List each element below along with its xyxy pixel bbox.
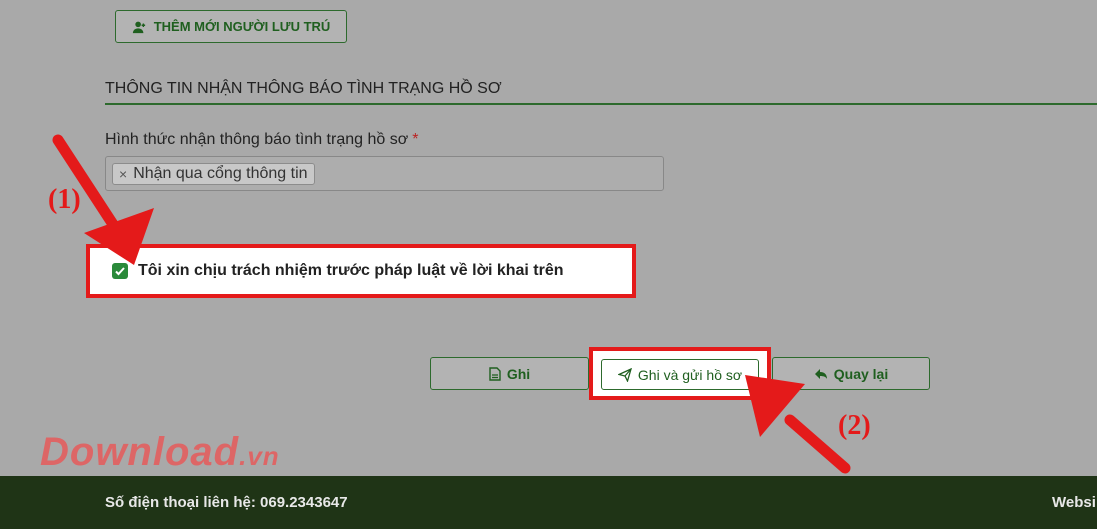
user-icon	[132, 21, 145, 33]
annotation-step-1: (1)	[48, 184, 81, 215]
notify-method-label: Hình thức nhận thông báo tình trạng hồ s…	[105, 131, 418, 149]
required-mark: *	[412, 131, 419, 148]
add-resident-label: THÊM MỚI NGƯỜI LƯU TRÚ	[153, 19, 331, 34]
consent-highlight-box: Tôi xin chịu trách nhiệm trước pháp luật…	[86, 244, 636, 298]
back-button-label: Quay lại	[833, 365, 889, 382]
annotation-step-2: (2)	[838, 410, 871, 441]
save-send-button[interactable]: Ghi và gửi hồ sơ	[601, 359, 759, 390]
section-divider	[105, 103, 1097, 105]
watermark-logo: Download.vn	[40, 430, 280, 475]
watermark-tld: .vn	[239, 441, 280, 471]
check-icon	[115, 267, 125, 276]
selected-tag-label: Nhận qua cổng thông tin	[133, 165, 308, 182]
consent-label: Tôi xin chịu trách nhiệm trước pháp luật…	[138, 262, 564, 279]
notify-method-label-text: Hình thức nhận thông báo tình trạng hồ s…	[105, 131, 409, 148]
notify-method-select[interactable]: × Nhận qua cổng thông tin	[105, 156, 664, 191]
save-button-label: Ghi	[506, 365, 531, 382]
remove-tag-icon[interactable]: ×	[119, 166, 127, 182]
send-highlight-box: Ghi và gửi hồ sơ	[589, 347, 771, 400]
footer-website: Websi	[1052, 494, 1096, 511]
add-resident-button[interactable]: THÊM MỚI NGƯỜI LƯU TRÚ	[115, 10, 347, 43]
save-button[interactable]: Ghi	[430, 357, 589, 390]
reply-icon	[814, 368, 827, 379]
selected-tag: × Nhận qua cổng thông tin	[112, 163, 315, 185]
consent-row[interactable]: Tôi xin chịu trách nhiệm trước pháp luật…	[112, 262, 564, 280]
footer-phone: Số điện thoại liên hệ: 069.2343647	[105, 494, 348, 511]
watermark-brand: Download	[40, 430, 240, 474]
paper-plane-icon	[617, 367, 632, 382]
consent-checkbox[interactable]	[112, 263, 128, 279]
site-footer: Số điện thoại liên hệ: 069.2343647 Websi	[0, 476, 1097, 529]
save-send-button-label: Ghi và gửi hồ sơ	[637, 366, 743, 383]
section-title: THÔNG TIN NHẬN THÔNG BÁO TÌNH TRẠNG HỒ S…	[105, 80, 502, 97]
back-button[interactable]: Quay lại	[772, 357, 930, 390]
file-icon	[489, 366, 501, 381]
